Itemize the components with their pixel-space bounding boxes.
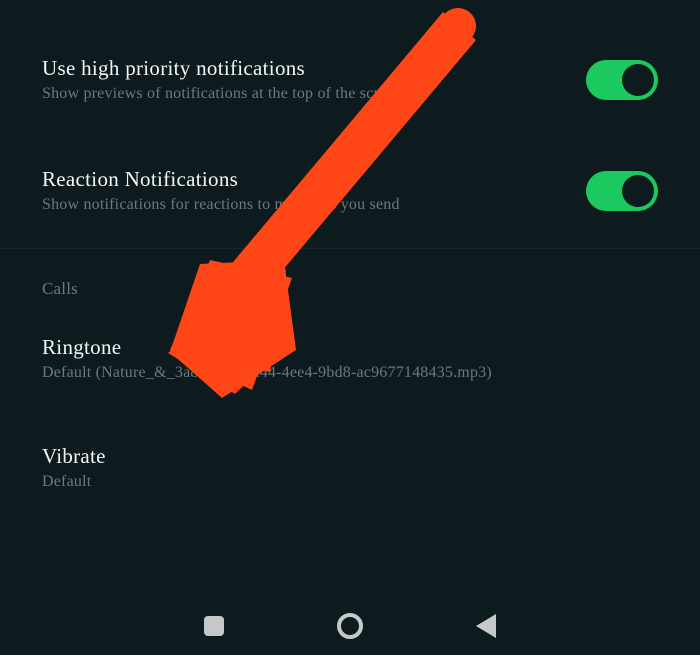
setting-title: Vibrate [42,444,658,469]
setting-subtitle: Show notifications for reactions to mess… [42,196,586,214]
setting-subtitle: Show previews of notifications at the to… [42,85,586,103]
nav-recent-icon[interactable] [201,613,227,639]
nav-back-icon[interactable] [473,613,499,639]
setting-text: Use high priority notifications Show pre… [42,56,586,103]
setting-subtitle: Default (Nature_&_3a845372-aa44-4ee4-9bd… [42,364,658,382]
settings-list: Use high priority notifications Show pre… [0,0,700,513]
section-header-calls: Calls [0,249,700,317]
toggle-high-priority[interactable] [586,60,658,100]
toggle-knob [622,175,654,207]
navigation-bar [0,597,700,655]
setting-ringtone[interactable]: Ringtone Default (Nature_&_3a845372-aa44… [0,317,700,404]
setting-title: Use high priority notifications [42,56,586,81]
nav-home-icon[interactable] [337,613,363,639]
setting-subtitle: Default [42,473,658,491]
setting-text: Reaction Notifications Show notification… [42,167,586,214]
toggle-reaction-notifications[interactable] [586,171,658,211]
setting-vibrate[interactable]: Vibrate Default [0,426,700,513]
toggle-knob [622,64,654,96]
setting-reaction-notifications[interactable]: Reaction Notifications Show notification… [0,147,700,240]
setting-title: Reaction Notifications [42,167,586,192]
setting-title: Ringtone [42,335,658,360]
setting-high-priority[interactable]: Use high priority notifications Show pre… [0,36,700,129]
